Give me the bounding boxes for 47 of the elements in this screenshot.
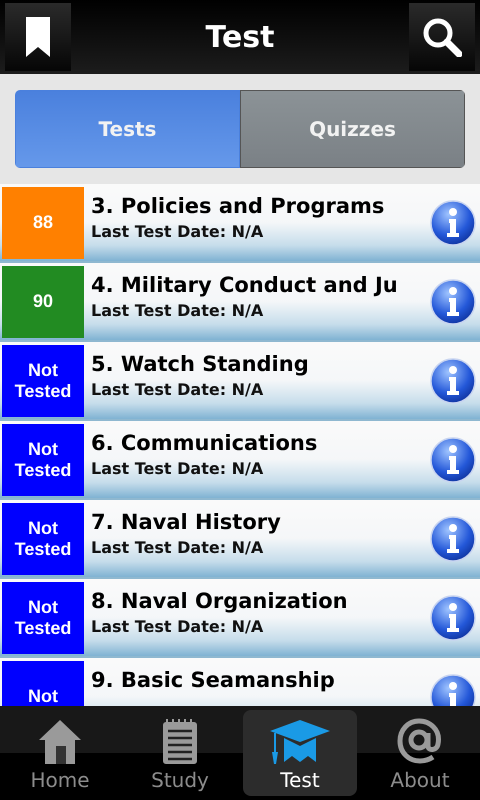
score-badge: Not Tested xyxy=(2,502,84,574)
tab-bar-item[interactable]: About xyxy=(363,710,477,796)
test-list-item[interactable]: Not Tested 6. Communications Last Test Date: N/A xyxy=(0,421,480,500)
last-test-date: Last Test Date: N/A xyxy=(91,380,264,398)
test-title: 9. Basic Seamanship xyxy=(91,668,335,692)
score-badge: Not Tested xyxy=(2,424,84,496)
info-icon[interactable] xyxy=(430,358,476,404)
graduation-cap-icon xyxy=(269,718,331,764)
test-title: 3. Policies and Programs xyxy=(91,194,384,218)
score-badge: Not xyxy=(2,660,84,706)
bookmark-icon xyxy=(25,17,51,57)
info-icon[interactable] xyxy=(430,436,476,482)
info-icon[interactable] xyxy=(430,594,476,640)
score-badge: Not Tested xyxy=(2,582,84,654)
bookmark-button[interactable] xyxy=(5,3,71,71)
notepad-icon xyxy=(162,718,198,764)
test-list-item[interactable]: Not Tested 7. Naval History Last Test Date: N/A xyxy=(0,500,480,579)
search-button[interactable] xyxy=(409,3,475,71)
last-test-date: Last Test Date: N/A xyxy=(91,458,264,478)
test-list-item[interactable]: 90 4. Military Conduct and Ju Last Test Date: N/A xyxy=(0,263,480,342)
info-icon[interactable] xyxy=(430,674,476,706)
tab-bar-item[interactable]: Study xyxy=(123,710,237,796)
test-list-item[interactable]: Not 9. Basic Seamanship xyxy=(0,658,480,706)
house-icon xyxy=(37,718,83,764)
test-list-item[interactable]: Not Tested 8. Naval Organization Last Test Date: N/A xyxy=(0,579,480,658)
screen-title: Test xyxy=(205,20,275,54)
info-icon[interactable] xyxy=(430,516,476,562)
last-test-date: Last Test Date: N/A xyxy=(91,300,264,320)
info-icon[interactable] xyxy=(430,278,476,324)
test-list-item[interactable]: 88 3. Policies and Programs Last Test Date: N/A xyxy=(0,184,480,263)
info-icon[interactable] xyxy=(430,200,476,246)
test-title: 6. Communications xyxy=(91,430,318,454)
test-list-item[interactable]: Not Tested 5. Watch Standing Last Test Date: N/A xyxy=(0,342,480,421)
score-badge: 88 xyxy=(2,186,84,258)
test-title: 8. Naval Organization xyxy=(91,588,348,612)
last-test-date: Last Test Date: N/A xyxy=(91,616,264,636)
tab-bar-item[interactable]: Test xyxy=(243,710,357,796)
tab-bar-item[interactable]: Home xyxy=(3,710,117,796)
score-badge: 90 xyxy=(2,266,84,338)
search-icon xyxy=(422,17,462,57)
score-badge: Not Tested xyxy=(2,344,84,416)
test-title: 5. Watch Standing xyxy=(91,352,309,376)
test-title: 4. Military Conduct and Ju xyxy=(91,272,398,296)
at-sign-icon xyxy=(397,718,443,764)
test-title: 7. Naval History xyxy=(91,510,281,534)
last-test-date: Last Test Date: N/A xyxy=(91,222,264,240)
last-test-date: Last Test Date: N/A xyxy=(91,538,264,556)
